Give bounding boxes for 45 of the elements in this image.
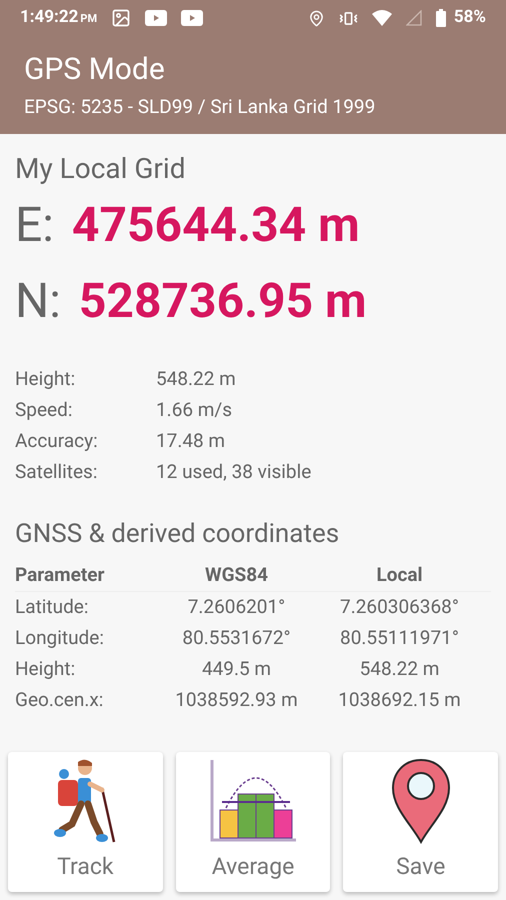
axis-label: N: — [15, 271, 61, 331]
app-title: GPS Mode — [24, 52, 166, 88]
detail-label: Accuracy: — [15, 428, 99, 454]
table-cell-text: 1038592.93 m — [174, 687, 299, 714]
section-heading: My Local Grid — [15, 152, 186, 186]
image-icon — [111, 8, 132, 28]
column-header: Parameter — [15, 562, 106, 588]
action-button[interactable]: Average — [176, 752, 330, 892]
table-cell-text: Latitude: — [15, 594, 90, 620]
video-icon — [145, 10, 168, 26]
coordinate-value: 528736.95 m — [78, 271, 367, 331]
table-cell-text: 7.260306368° — [339, 594, 460, 620]
table-cell-text: 80.5531672° — [181, 625, 292, 652]
table-cell-text: 449.5 m — [200, 656, 272, 682]
table-cell-text: Height: — [15, 656, 76, 682]
table-cell-text: 1038692.15 m — [337, 687, 462, 714]
status-time: 1:49:22 PM — [20, 6, 98, 30]
video-icon — [181, 10, 204, 26]
action-button[interactable]: Save — [343, 752, 498, 892]
table-cell-text: 80.55111971° — [339, 625, 460, 652]
axis-label: E: — [15, 195, 54, 255]
detail-value: 12 used, 38 visible — [156, 459, 312, 486]
detail-value: 548.22 m — [156, 366, 236, 392]
detail-value: 17.48 m — [156, 428, 226, 454]
map-pin-icon — [390, 758, 451, 844]
table-cell-text: Geo.cen.x: — [15, 687, 104, 714]
column-header: WGS84 — [204, 562, 270, 588]
section-heading: GNSS & derived coordinates — [15, 518, 340, 550]
column-header: Local — [375, 562, 424, 588]
detail-label: Height: — [15, 366, 76, 392]
action-button[interactable]: Track — [8, 752, 163, 892]
coordinate-value: 475644.34 m — [72, 195, 360, 255]
detail-value: 1.66 m/s — [156, 397, 232, 424]
location-icon — [308, 10, 325, 26]
bar-chart-icon — [208, 758, 298, 844]
table-cell-text: 548.22 m — [358, 656, 440, 682]
app-subtitle: EPSG: 5235 - SLD99 / Sri Lanka Grid 1999 — [24, 94, 376, 120]
table-cell-text: Longitude: — [15, 625, 105, 652]
detail-label: Speed: — [15, 397, 74, 424]
wifi-icon — [372, 10, 392, 26]
detail-label: Satellites: — [15, 459, 98, 486]
battery-percent: 58% — [454, 6, 486, 30]
battery-icon — [436, 9, 446, 27]
signal-icon — [406, 10, 422, 26]
table-cell-text: 7.2606201° — [186, 594, 286, 620]
